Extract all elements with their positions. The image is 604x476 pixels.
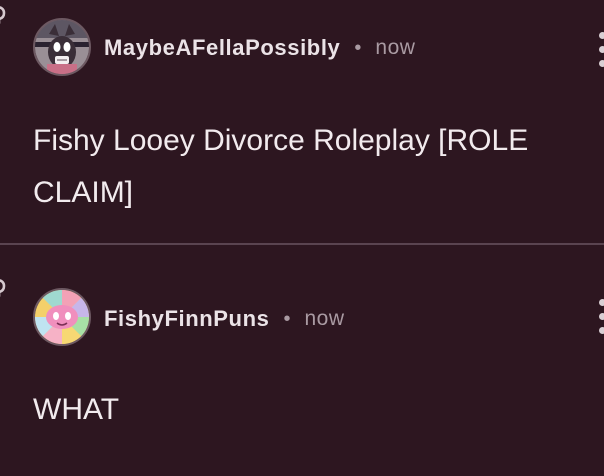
avatar[interactable] (33, 288, 91, 346)
avatar[interactable] (33, 18, 91, 76)
timestamp: now (375, 36, 416, 59)
more-dot (599, 313, 604, 320)
post-item[interactable]: MaybeAFellaPossibly • now Fishy Looey Di… (0, 0, 604, 243)
username[interactable]: MaybeAFellaPossibly (104, 35, 340, 61)
link-icon[interactable] (0, 5, 10, 25)
more-dot (599, 46, 604, 53)
more-dot (599, 327, 604, 334)
meta-separator: • (283, 307, 291, 330)
more-options-button[interactable] (596, 28, 604, 78)
post-item[interactable]: FishyFinnPuns • now WHAT (0, 245, 604, 476)
post-text: Fishy Looey Divorce Roleplay [ROLE CLAIM… (33, 124, 529, 209)
post-text: WHAT (33, 393, 120, 426)
more-dot (599, 32, 604, 39)
more-dot (599, 299, 604, 306)
timestamp: now (304, 307, 345, 330)
more-dot (599, 60, 604, 67)
link-icon[interactable] (0, 278, 10, 298)
pastel-character-avatar-icon (35, 290, 89, 344)
masked-character-avatar-icon (35, 20, 89, 74)
more-options-button[interactable] (596, 295, 604, 345)
post-meta: FishyFinnPuns • now (104, 304, 345, 334)
post-meta: MaybeAFellaPossibly • now (104, 33, 415, 63)
meta-separator: • (354, 36, 362, 59)
username[interactable]: FishyFinnPuns (104, 306, 269, 332)
